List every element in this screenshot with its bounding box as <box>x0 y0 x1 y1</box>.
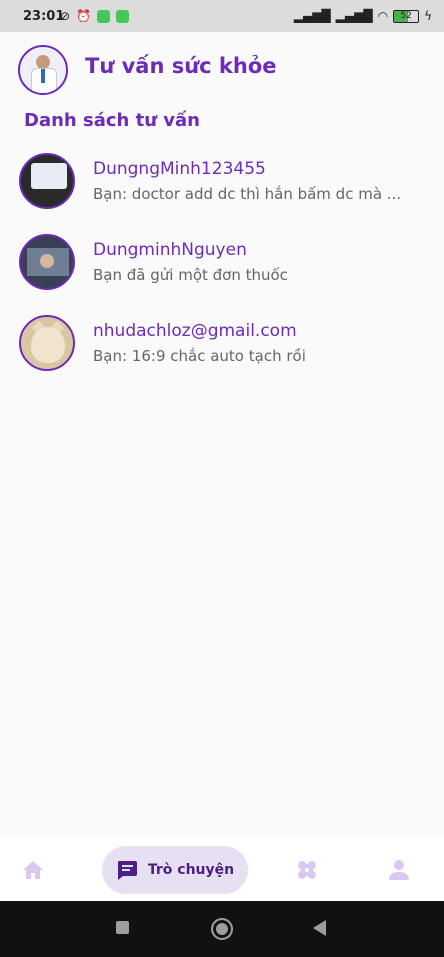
conversation-item[interactable]: DungngMinh123455 Bạn: doctor add dc thì … <box>0 150 444 231</box>
nav-chat[interactable]: Trò chuyện <box>102 846 248 894</box>
status-time: 23:01 <box>23 9 65 24</box>
message-preview: Bạn: doctor add dc thì hắn bấm dc mà ... <box>93 185 402 203</box>
message-preview: Bạn: 16:9 chắc auto tạch rồi <box>93 347 306 365</box>
system-nav-bar <box>0 901 444 957</box>
status-left-icons: ⊘ ⏰ <box>60 9 130 23</box>
app-screen: Tư vấn sức khỏe Danh sách tư vấn DungngM… <box>0 32 444 838</box>
status-bar: 23:01 ⊘ ⏰ ▂▄▆█ ▂▄▆█ ◠ 52 ϟ <box>0 0 444 32</box>
message-preview: Bạn đã gửi một đơn thuốc <box>93 266 288 284</box>
conversation-list: DungngMinh123455 Bạn: doctor add dc thì … <box>0 150 444 393</box>
person-icon <box>389 860 409 880</box>
app-notification-icon-2 <box>116 9 130 23</box>
doctor-logo <box>18 45 68 95</box>
app-header: Tư vấn sức khỏe <box>0 32 444 108</box>
signal-icon: ▂▄▆█ <box>293 9 331 23</box>
app-notification-icon <box>97 9 111 23</box>
page-title: Tư vấn sức khỏe <box>85 54 277 78</box>
status-right-icons: ▂▄▆█ ▂▄▆█ ◠ 52 ϟ <box>294 9 432 23</box>
back-icon[interactable] <box>313 920 326 936</box>
battery-icon: 52 <box>393 9 420 23</box>
conversation-item[interactable]: DungminhNguyen Bạn đã gửi một đơn thuốc <box>0 231 444 312</box>
bandage-icon <box>298 861 316 879</box>
home-circle-icon[interactable] <box>211 918 233 940</box>
chat-icon <box>117 861 137 880</box>
avatar <box>19 234 75 290</box>
alarm-icon: ⏰ <box>76 9 92 23</box>
contact-name: DungminhNguyen <box>93 240 247 260</box>
bottom-nav: Trò chuyện <box>0 838 444 901</box>
section-title: Danh sách tư vấn <box>24 110 200 131</box>
nav-profile[interactable] <box>380 846 418 894</box>
avatar <box>19 315 75 371</box>
nav-medicine[interactable] <box>288 846 326 894</box>
nav-home[interactable] <box>14 846 52 894</box>
avatar <box>19 153 75 209</box>
mute-icon: ⊘ <box>60 9 71 23</box>
conversation-item[interactable]: nhudachloz@gmail.com Bạn: 16:9 chắc auto… <box>0 312 444 393</box>
contact-name: DungngMinh123455 <box>93 159 266 179</box>
battery-level: 52 <box>400 10 412 21</box>
nav-chat-label: Trò chuyện <box>147 862 235 878</box>
signal-icon-2: ▂▄▆█ <box>335 9 373 23</box>
home-icon <box>23 861 43 879</box>
charging-icon: ϟ <box>424 9 432 23</box>
wifi-icon: ◠ <box>377 9 389 23</box>
contact-name: nhudachloz@gmail.com <box>93 321 297 341</box>
recents-icon[interactable] <box>116 921 129 934</box>
